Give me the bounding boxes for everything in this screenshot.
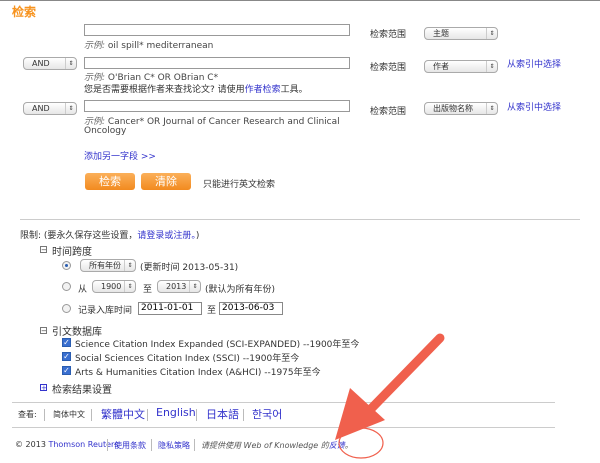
annotation-arrow-icon <box>335 333 445 459</box>
